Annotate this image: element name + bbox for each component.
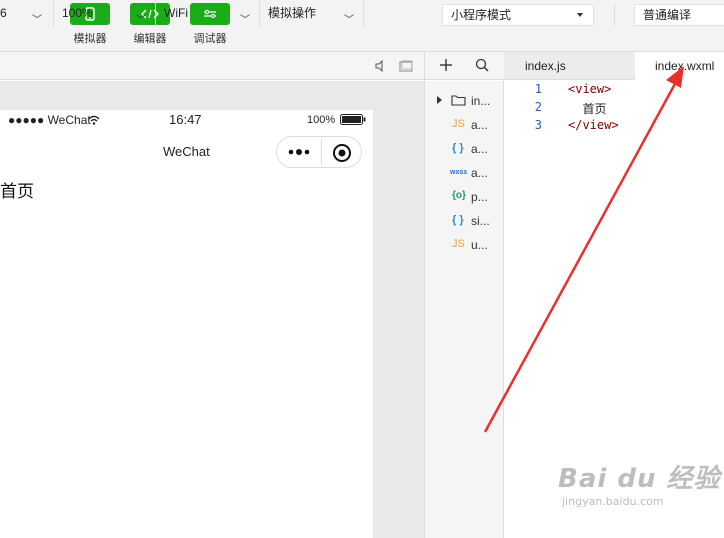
baidu-watermark: Bai du 经验 jingyan.baidu.com [558,458,721,508]
watermark-logo-text: Bai du 经验 [558,464,721,494]
watermark-url: jingyan.baidu.com [562,495,664,508]
